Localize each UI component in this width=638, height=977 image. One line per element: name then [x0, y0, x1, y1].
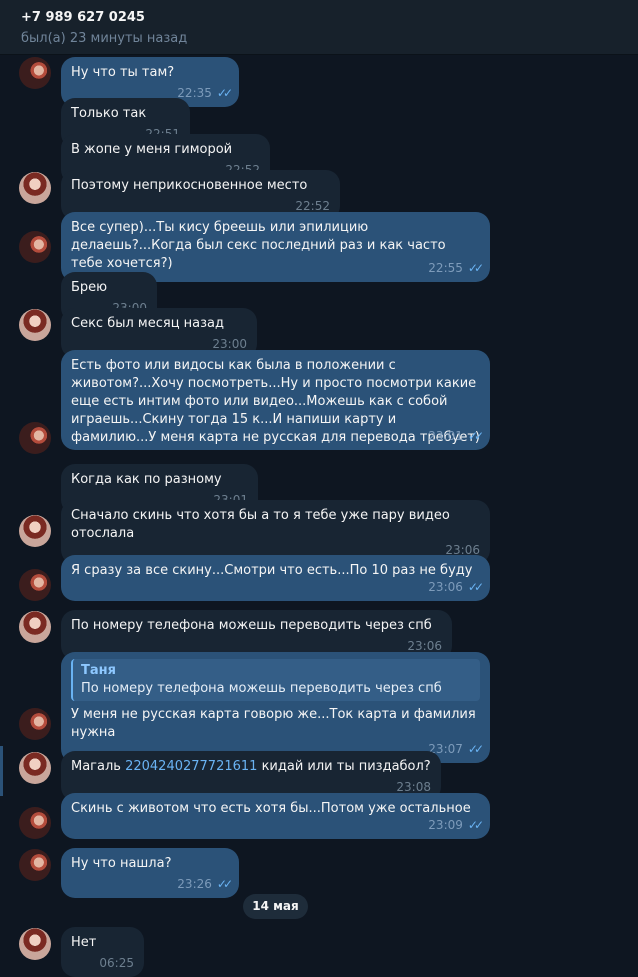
message-bubble-outgoing[interactable]: Я сразу за все скину...Смотри что есть..… — [61, 555, 490, 601]
avatar[interactable] — [19, 309, 51, 341]
message-text: По номеру телефона можешь переводить чер… — [71, 618, 432, 633]
contact-status: был(а) 23 минуты назад — [21, 31, 188, 46]
message-text: Когда как по разному — [71, 472, 222, 487]
message-bubble-outgoing[interactable]: Таня По номеру телефона можешь переводит… — [61, 652, 490, 763]
read-ticks-icon: ✓✓ — [467, 818, 484, 832]
message-text-suffix: кидай или ты пиздабол? — [257, 759, 431, 774]
message-bubble-outgoing[interactable]: Ну что нашла? 23:26 ✓✓ — [61, 848, 239, 898]
message-text: Нет — [71, 935, 97, 950]
message-bubble-incoming[interactable]: Нет 06:25 — [61, 927, 144, 977]
message-text: Я сразу за все скину...Смотри что есть..… — [71, 563, 473, 578]
message-meta: 23:09 ✓✓ — [81, 818, 484, 832]
avatar[interactable] — [19, 807, 51, 839]
read-ticks-icon: ✓✓ — [467, 429, 484, 443]
message-bubble-outgoing[interactable]: Скинь с животом что есть хотя бы...Потом… — [61, 793, 490, 839]
message-time: 23:26 — [177, 877, 212, 891]
message-text: В жопе у меня гиморой — [71, 142, 233, 157]
message-text: Ну что нашла? — [71, 856, 172, 871]
message-time: 23:06 — [407, 639, 442, 653]
avatar[interactable] — [19, 231, 51, 263]
message-time: 22:55 — [428, 261, 463, 275]
avatar[interactable] — [19, 928, 51, 960]
message-meta: 23:06 ✓✓ — [81, 580, 484, 594]
message-time: 23:06 — [428, 580, 463, 594]
message-time: 23:01 — [428, 429, 463, 443]
chat-header[interactable]: +7 989 627 0245 был(а) 23 минуты назад — [0, 0, 638, 55]
read-ticks-icon: ✓✓ — [467, 742, 484, 756]
message-meta: 22:35 ✓✓ — [177, 86, 233, 100]
message-text: У меня не русская карта говорю же...Ток … — [71, 707, 476, 740]
message-text: Скинь с животом что есть хотя бы...Потом… — [71, 801, 471, 816]
message-time: 23:00 — [212, 337, 247, 351]
date-separator: 14 мая — [243, 894, 308, 919]
read-ticks-icon: ✓✓ — [467, 261, 484, 275]
read-ticks-icon: ✓✓ — [467, 580, 484, 594]
avatar[interactable] — [19, 752, 51, 784]
message-text-prefix: Магаль — [71, 759, 126, 774]
message-bubble-outgoing[interactable]: Есть фото или видосы как была в положени… — [61, 350, 490, 450]
read-ticks-icon: ✓✓ — [216, 877, 233, 891]
contact-title[interactable]: +7 989 627 0245 — [21, 10, 145, 25]
message-meta: 23:26 ✓✓ — [177, 877, 233, 891]
message-text: Поэтому неприкосновенное место — [71, 178, 308, 193]
reply-text: По номеру телефона можешь переводить чер… — [81, 681, 442, 696]
card-number-link[interactable]: 2204240277721611 — [125, 759, 257, 774]
read-ticks-icon: ✓✓ — [216, 86, 233, 100]
message-meta: 22:55 ✓✓ — [428, 261, 484, 275]
avatar[interactable] — [19, 569, 51, 601]
message-list[interactable]: Ну что ты там? 22:35✓✓ Только так 22:51 … — [0, 56, 638, 977]
message-text: Только так — [71, 106, 147, 121]
reply-author: Таня — [81, 663, 116, 678]
message-time: 23:08 — [396, 780, 431, 794]
avatar[interactable] — [19, 422, 51, 454]
reply-preview[interactable]: Таня По номеру телефона можешь переводит… — [71, 659, 480, 701]
message-time: 22:35 — [177, 86, 212, 100]
avatar[interactable] — [19, 172, 51, 204]
avatar[interactable] — [19, 708, 51, 740]
message-text: Все супер)...Ты кису бреешь или эпилицию… — [71, 220, 446, 271]
message-text: Секс был месяц назад — [71, 316, 225, 331]
selection-marker — [0, 746, 3, 796]
message-text: Брею — [71, 280, 108, 295]
avatar[interactable] — [19, 515, 51, 547]
avatar[interactable] — [19, 611, 51, 643]
message-text: Есть фото или видосы как была в положени… — [71, 358, 481, 445]
message-time: 06:25 — [99, 956, 134, 970]
message-time: 22:52 — [295, 199, 330, 213]
avatar[interactable] — [19, 57, 51, 89]
message-time: 23:09 — [428, 818, 463, 832]
message-text: Ну что ты там? — [71, 65, 175, 80]
message-text: Сначало скинь что хотя бы а то я тебе уж… — [71, 508, 450, 541]
avatar[interactable] — [19, 849, 51, 881]
